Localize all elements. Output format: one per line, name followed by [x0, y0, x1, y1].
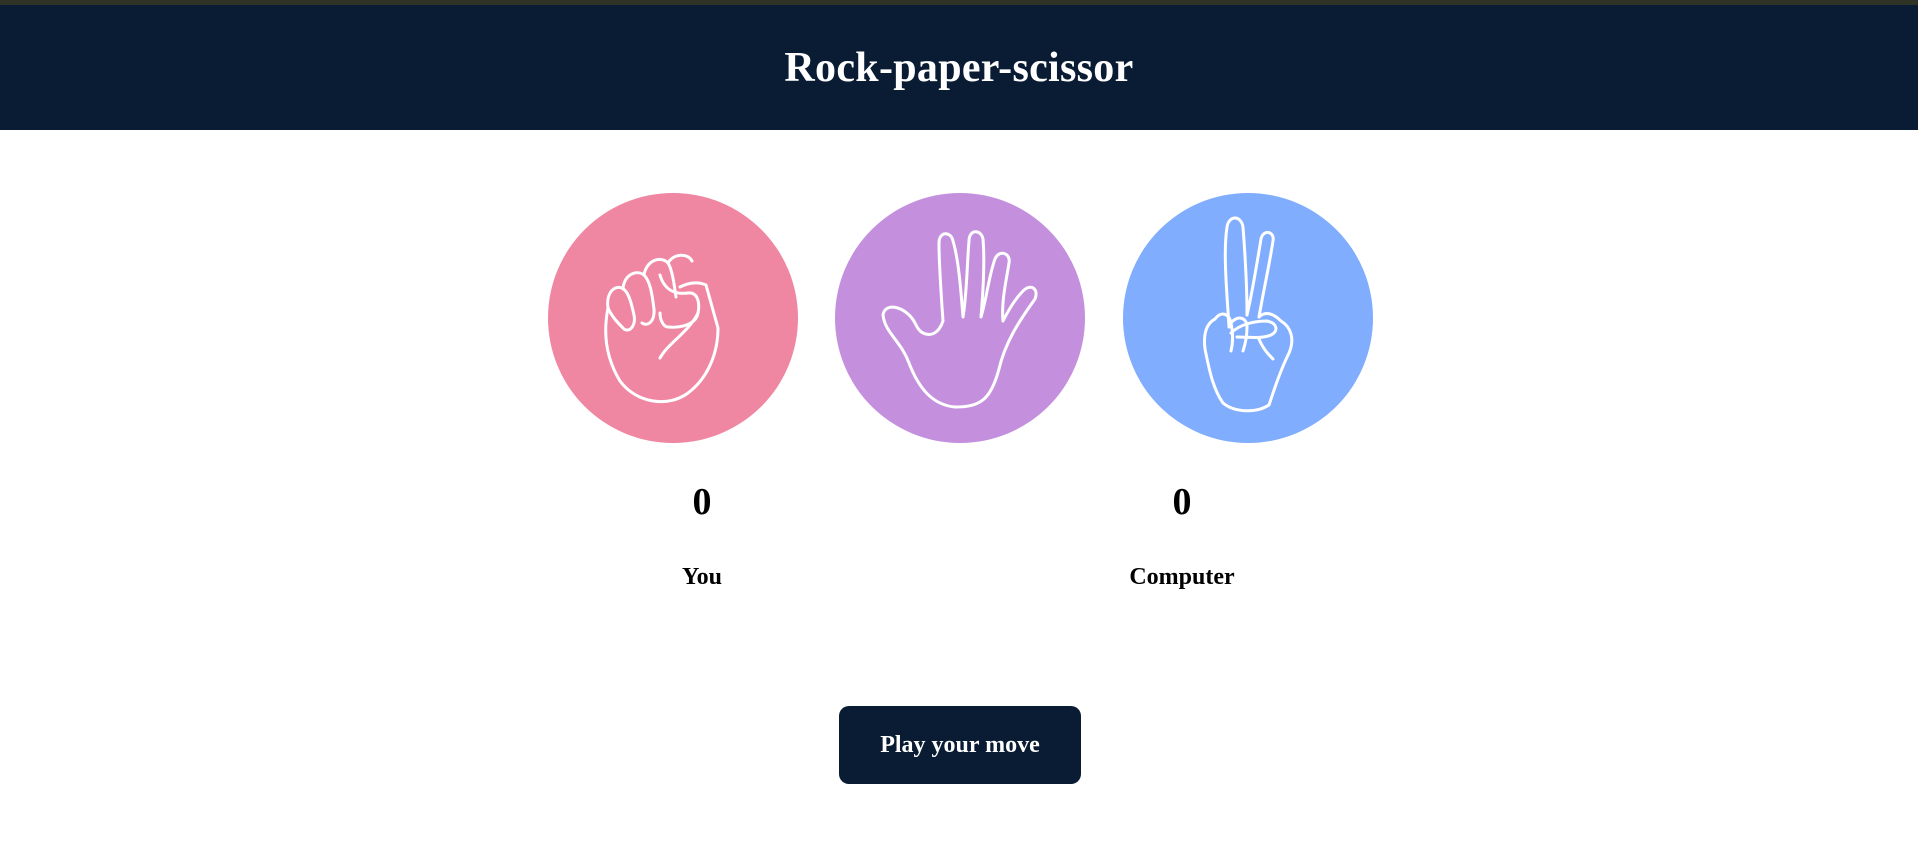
page-header: Rock-paper-scissor	[0, 5, 1918, 130]
scissor-choice[interactable]	[1123, 193, 1373, 443]
rock-choice[interactable]	[548, 193, 798, 443]
peace-hand-icon	[1203, 216, 1294, 413]
page-title: Rock-paper-scissor	[784, 44, 1134, 91]
user-label: You	[681, 564, 723, 590]
paper-choice[interactable]	[835, 193, 1085, 443]
play-your-move-button[interactable]: Play your move	[839, 706, 1081, 784]
computer-score: 0	[1172, 481, 1192, 523]
user-score: 0	[692, 481, 712, 523]
fist-icon	[604, 253, 720, 404]
computer-label: Computer	[1129, 564, 1235, 590]
open-hand-icon	[881, 230, 1038, 409]
